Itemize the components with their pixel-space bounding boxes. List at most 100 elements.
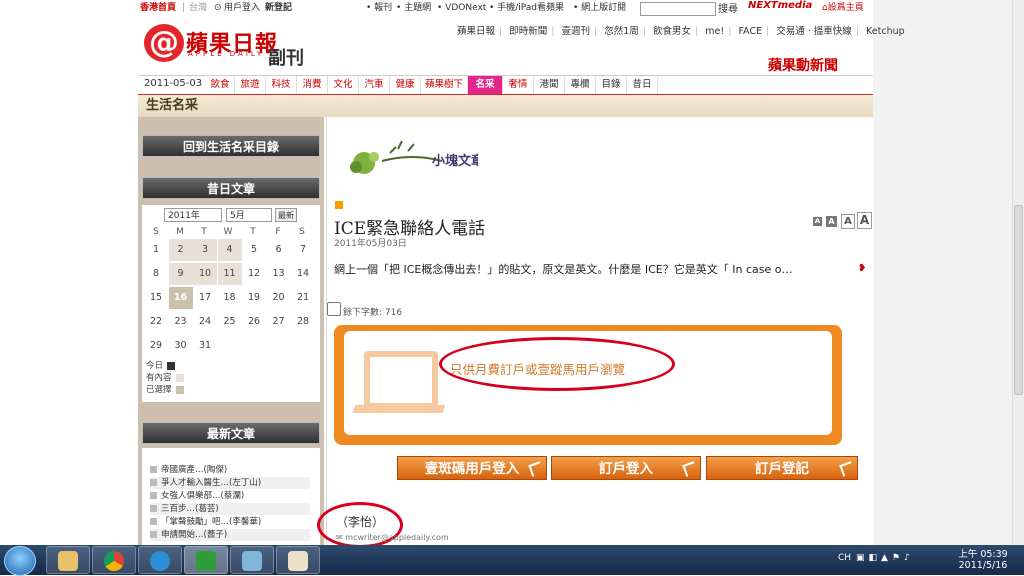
calendar-day[interactable]: 2 bbox=[168, 239, 193, 261]
calendar-day[interactable]: 1 bbox=[144, 239, 168, 261]
site-link[interactable]: 蘋果日報 bbox=[457, 26, 495, 37]
tab-culture[interactable]: 文化 bbox=[328, 76, 359, 94]
calendar-day[interactable]: 3 bbox=[193, 239, 217, 261]
tab-cars[interactable]: 汽車 bbox=[359, 76, 390, 94]
list-item[interactable]: 帝國廣產…(陶傑) bbox=[150, 464, 310, 476]
calendar-day[interactable]: 17 bbox=[193, 287, 217, 309]
author-email[interactable]: ✉ mcwriter@appledaily.com bbox=[336, 533, 449, 542]
month-select[interactable]: 5月 bbox=[226, 208, 272, 222]
site-link[interactable]: 飲食男女 bbox=[653, 26, 691, 37]
nav-topics[interactable]: • 主題網 bbox=[396, 0, 431, 17]
calendar-day[interactable]: 6 bbox=[267, 239, 291, 261]
calendar-day[interactable]: 24 bbox=[193, 311, 217, 333]
apple-action-news-promo[interactable]: 蘋果動新聞 bbox=[768, 55, 838, 75]
latest-button[interactable]: 最新 bbox=[275, 208, 297, 222]
year-select[interactable]: 2011年 bbox=[164, 208, 222, 222]
back-to-index-button[interactable]: 回到生活名采目錄 bbox=[142, 135, 320, 157]
list-item[interactable]: 爭人才輸入醫生…(左丁山) bbox=[150, 477, 310, 489]
site-link[interactable]: Ketchup bbox=[866, 26, 905, 37]
calendar-day[interactable]: 27 bbox=[267, 311, 291, 333]
font-size-xs-button[interactable]: A bbox=[813, 217, 822, 226]
calendar-day[interactable]: 4 bbox=[217, 239, 242, 261]
calendar-day[interactable]: 12 bbox=[242, 263, 266, 285]
language-indicator[interactable]: CH bbox=[838, 553, 851, 563]
tab-columns[interactable]: 專欄 bbox=[565, 76, 596, 94]
list-item[interactable]: 三百步…(葛芸) bbox=[150, 503, 310, 515]
site-link[interactable]: FACE bbox=[738, 26, 762, 37]
tray-icons[interactable]: ▣◧▲⚑♪ bbox=[856, 553, 916, 565]
calendar-day[interactable]: 18 bbox=[218, 287, 242, 309]
nav-vdonext[interactable]: • VDONext bbox=[437, 0, 486, 17]
font-size-s-button[interactable]: A bbox=[826, 216, 837, 227]
apple-daily-logo-icon[interactable]: @ bbox=[144, 24, 184, 62]
tab-food[interactable]: 飲食 bbox=[206, 76, 235, 94]
calendar-day[interactable]: 30 bbox=[169, 335, 193, 357]
scrollbar-thumb[interactable] bbox=[1014, 205, 1023, 395]
search-button[interactable]: 搜尋 bbox=[718, 0, 738, 15]
calendar-day[interactable]: 15 bbox=[144, 287, 168, 309]
calendar-day[interactable]: 31 bbox=[193, 335, 217, 357]
calendar-day[interactable]: 29 bbox=[144, 335, 168, 357]
site-link[interactable]: 即時新聞 bbox=[509, 26, 547, 37]
calendar-day[interactable]: 16 bbox=[168, 287, 193, 309]
taiwan-link[interactable]: 台灣 bbox=[189, 0, 207, 17]
page-scrollbar[interactable] bbox=[1012, 0, 1024, 545]
nav-mobile[interactable]: • 手機/iPad看蘋果 bbox=[489, 0, 564, 17]
tab-tech[interactable]: 科技 bbox=[266, 76, 297, 94]
calendar-day[interactable]: 22 bbox=[144, 311, 168, 333]
calendar-day[interactable]: 11 bbox=[217, 263, 242, 285]
calendar-day[interactable]: 8 bbox=[144, 263, 168, 285]
app-taskbar-button[interactable] bbox=[230, 546, 274, 574]
tab-under-apple-tree[interactable]: 蘋果樹下 bbox=[421, 76, 468, 94]
calendar-day[interactable]: 7 bbox=[291, 239, 315, 261]
set-homepage-link[interactable]: ⌂設爲主頁 bbox=[822, 0, 864, 13]
paint-taskbar-button[interactable] bbox=[276, 546, 320, 574]
editor-taskbar-button[interactable] bbox=[184, 546, 228, 574]
calendar-day[interactable]: 23 bbox=[169, 311, 193, 333]
login-link[interactable]: 用戶登入 bbox=[224, 0, 260, 17]
subscribe-button[interactable]: 訂戶登記 bbox=[706, 456, 858, 480]
read-more-icon[interactable]: ❥ bbox=[858, 263, 866, 274]
site-link[interactable]: 壹週刊 bbox=[562, 26, 591, 37]
chrome-taskbar-button[interactable] bbox=[92, 546, 136, 574]
tab-travel[interactable]: 旅遊 bbox=[235, 76, 266, 94]
tab-archive[interactable]: 昔日 bbox=[627, 76, 658, 94]
system-clock[interactable]: 上午 05:39 2011/5/16 bbox=[953, 549, 1013, 571]
site-link[interactable]: 交易通 · 搵車快線 bbox=[776, 26, 852, 37]
calendar-day[interactable]: 9 bbox=[168, 263, 193, 285]
hk-home-link[interactable]: 香港首頁 bbox=[140, 0, 176, 17]
tab-luxury[interactable]: 奢情 bbox=[503, 76, 534, 94]
search-input[interactable] bbox=[640, 2, 716, 16]
calendar-day[interactable]: 13 bbox=[267, 263, 291, 285]
list-item[interactable]: 申請開始…(蕎子) bbox=[150, 529, 310, 541]
tab-columnists[interactable]: 名采 bbox=[468, 76, 503, 94]
font-size-m-button[interactable]: A bbox=[841, 214, 855, 229]
rss-icon[interactable] bbox=[335, 201, 343, 209]
explorer-taskbar-button[interactable] bbox=[46, 546, 90, 574]
list-item[interactable]: 「掌聲鼓勵」吧…(李馨華) bbox=[150, 516, 310, 528]
tab-index[interactable]: 目錄 bbox=[596, 76, 627, 94]
gadget-login-button[interactable]: 壹斑碼用戶登入 bbox=[397, 456, 547, 480]
calendar-day[interactable]: 14 bbox=[291, 263, 315, 285]
subscriber-login-button[interactable]: 訂戶登入 bbox=[551, 456, 701, 480]
start-button-icon[interactable] bbox=[4, 546, 36, 576]
nextmedia-logo[interactable]: NEXTmedia bbox=[748, 0, 812, 11]
site-link[interactable]: 忽然1周 bbox=[604, 26, 639, 37]
ie-taskbar-button[interactable] bbox=[138, 546, 182, 574]
nav-subscribe[interactable]: • 網上版訂閱 bbox=[573, 0, 626, 17]
register-link[interactable]: 新登記 bbox=[265, 0, 292, 17]
tab-health[interactable]: 健康 bbox=[390, 76, 421, 94]
tab-consumer[interactable]: 消費 bbox=[297, 76, 328, 94]
font-size-l-button[interactable]: A bbox=[857, 212, 872, 229]
calendar-day[interactable]: 28 bbox=[291, 311, 315, 333]
calendar-day[interactable]: 25 bbox=[218, 311, 242, 333]
tab-local-news[interactable]: 港聞 bbox=[534, 76, 565, 94]
list-item[interactable]: 女強人俱樂部…(蔡瀾) bbox=[150, 490, 310, 502]
calendar-day[interactable]: 5 bbox=[242, 239, 266, 261]
calendar-day[interactable]: 10 bbox=[193, 263, 217, 285]
calendar-day[interactable]: 21 bbox=[291, 287, 315, 309]
calendar-day[interactable]: 19 bbox=[242, 287, 266, 309]
calendar-day[interactable]: 26 bbox=[242, 311, 266, 333]
nav-newspapers[interactable]: • 報刊 bbox=[366, 0, 392, 17]
site-link[interactable]: me! bbox=[705, 26, 724, 37]
